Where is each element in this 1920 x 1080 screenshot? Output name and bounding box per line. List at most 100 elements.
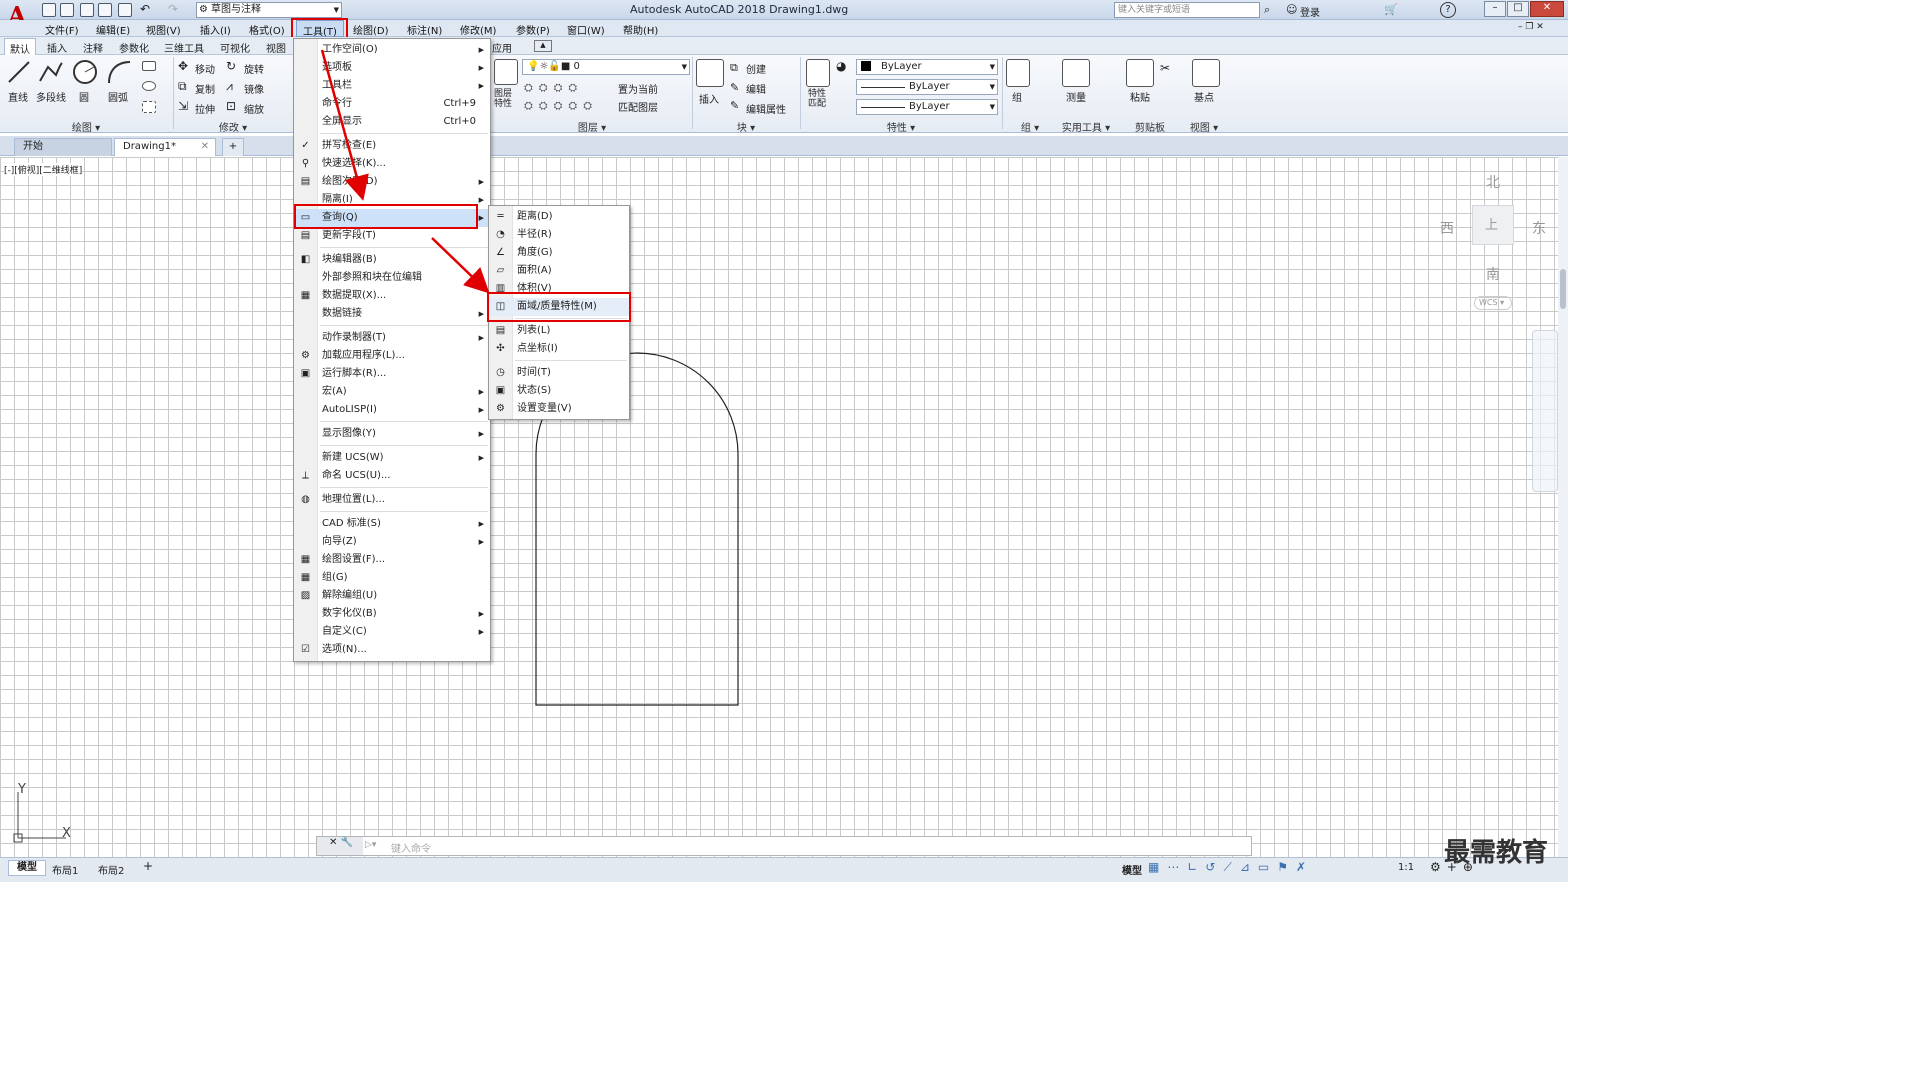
tab-visualize[interactable]: 可视化 [220, 40, 250, 55]
print-icon[interactable] [118, 3, 132, 17]
close-button[interactable]: ✕ [1530, 1, 1564, 17]
menu-modify[interactable]: 修改(M) [460, 22, 496, 37]
close-tab-icon[interactable]: ✕ [201, 139, 209, 155]
base-point-icon[interactable] [1192, 59, 1220, 87]
tools-menu-item[interactable]: 选项板 ▶ [294, 59, 490, 77]
new-file-icon[interactable] [42, 3, 56, 17]
inquiry-menu-item[interactable]: ∠ 角度(G) [489, 244, 629, 262]
menu-file[interactable]: 文件(F) [45, 22, 79, 37]
undo-icon[interactable]: ↶ [140, 3, 154, 17]
match-properties-icon[interactable] [806, 59, 830, 87]
tools-menu-item[interactable]: 宏(A) ▶ [294, 383, 490, 401]
menu-dimension[interactable]: 标注(N) [407, 22, 442, 37]
menu-window[interactable]: 窗口(W) [567, 22, 605, 37]
inquiry-menu-item[interactable]: ▣ 状态(S) [489, 382, 629, 400]
tools-menu-item[interactable]: ✓ 拼写检查(E) [294, 137, 490, 155]
tools-menu-item[interactable]: ◍ 地理位置(L)... [294, 491, 490, 509]
viewcube-east[interactable]: 东 [1532, 218, 1546, 238]
lineweight-dropdown[interactable]: ByLayer ▼ [856, 99, 998, 115]
scale-label[interactable]: 缩放 [244, 101, 264, 116]
tools-menu-item[interactable]: 全屏显示 Ctrl+0 [294, 113, 490, 131]
tools-menu-item[interactable]: 数字化仪(B) ▶ [294, 605, 490, 623]
tools-menu-item[interactable]: ▦ 组(G) [294, 569, 490, 587]
drawing-canvas[interactable] [0, 157, 1558, 857]
model-space-button[interactable]: 模型 [1122, 862, 1142, 877]
tools-menu-item[interactable]: 新建 UCS(W) ▶ [294, 449, 490, 467]
menu-view[interactable]: 视图(V) [146, 22, 181, 37]
tools-menu-item[interactable]: ☑ 选项(N)... [294, 641, 490, 659]
clipboard-panel-title[interactable]: 剪贴板 [1118, 119, 1182, 134]
save-icon[interactable] [80, 3, 94, 17]
tab-parametric[interactable]: 参数化 [119, 40, 149, 55]
move-label[interactable]: 移动 [195, 61, 215, 76]
stretch-icon[interactable]: ⇲ [178, 99, 188, 113]
tab-start[interactable]: 开始 [14, 138, 112, 156]
viewcube[interactable]: 上 [1472, 205, 1514, 245]
tools-menu-item[interactable]: AutoLISP(I) ▶ [294, 401, 490, 419]
layer-tools-icons-2[interactable]: ⛭⛭⛭⛭⛭ [524, 99, 598, 113]
tools-menu-item[interactable]: ▤ 绘图次序(D) ▶ [294, 173, 490, 191]
draw-panel-title[interactable]: 绘图 ▾ [0, 119, 172, 134]
rotate-label[interactable]: 旋转 [244, 61, 264, 76]
menu-insert[interactable]: 插入(I) [200, 22, 231, 37]
search-input[interactable]: 键入关键字或短语 [1114, 2, 1260, 18]
inquiry-menu-item[interactable]: ◔ 半径(R) [489, 226, 629, 244]
edit-attribute-label[interactable]: 编辑属性 [746, 101, 786, 116]
save-as-icon[interactable] [98, 3, 112, 17]
circle-icon[interactable] [72, 59, 98, 85]
scale-icon[interactable]: ⊡ [226, 99, 236, 113]
tools-menu-item[interactable]: 动作录制器(T) ▶ [294, 329, 490, 347]
scrollbar-thumb[interactable] [1560, 269, 1566, 309]
color-dropdown[interactable]: ByLayer ▼ [856, 59, 998, 75]
edit-block-label[interactable]: 编辑 [746, 81, 766, 96]
copy-icon[interactable]: ⧉ [178, 79, 187, 94]
stretch-label[interactable]: 拉伸 [195, 101, 215, 116]
edit-attribute-icon[interactable]: ✎ [730, 99, 739, 112]
tools-menu-item[interactable]: ▣ 运行脚本(R)... [294, 365, 490, 383]
view-panel-title[interactable]: 视图 ▾ [1182, 119, 1226, 134]
tools-menu-item[interactable]: ▦ 绘图设置(F)... [294, 551, 490, 569]
insert-block-icon[interactable] [696, 59, 724, 87]
cut-icon[interactable]: ✂ [1160, 61, 1170, 75]
tools-menu-item[interactable]: 自定义(C) ▶ [294, 623, 490, 641]
tab-annotate[interactable]: 注释 [83, 40, 103, 55]
layer-dropdown[interactable]: 💡☼🔓■ 0 ▼ [522, 59, 690, 75]
layer-tools-icons[interactable]: ⛭⛭⛭⛭ [524, 81, 583, 95]
mirror-label[interactable]: 镜像 [244, 81, 264, 96]
insert-block-label[interactable]: 插入 [699, 91, 719, 106]
utilities-panel-title[interactable]: 实用工具 ▾ [1056, 119, 1116, 134]
paste-icon[interactable] [1126, 59, 1154, 87]
tab-apps[interactable]: 应用 [492, 40, 512, 55]
group-icon[interactable] [1006, 59, 1030, 87]
tools-menu-item[interactable]: ▦ 数据提取(X)... [294, 287, 490, 305]
tools-menu-item[interactable]: ▤ 更新字段(T) [294, 227, 490, 245]
match-layer-button[interactable]: 匹配图层 [618, 99, 658, 114]
wcs-dropdown[interactable]: WCS ▾ [1474, 296, 1512, 310]
annotation-scale[interactable]: 1:1 [1398, 862, 1414, 873]
menu-parametric[interactable]: 参数(P) [516, 22, 550, 37]
line-icon[interactable] [6, 59, 32, 85]
login-button[interactable]: 登录 [1300, 4, 1320, 19]
command-line-controls[interactable]: ✕ 🔧 [317, 837, 363, 855]
set-current-layer-button[interactable]: 置为当前 [618, 81, 658, 96]
tab-3d-tools[interactable]: 三维工具 [164, 40, 204, 55]
doc-window-controls[interactable]: – ❐ ✕ [1518, 22, 1544, 32]
tools-menu-item[interactable]: 工作空间(O) ▶ [294, 41, 490, 59]
inquiry-menu-item[interactable]: ⚙ 设置变量(V) [489, 400, 629, 418]
tools-menu-item[interactable]: 命令行 Ctrl+9 [294, 95, 490, 113]
block-panel-title[interactable]: 块 ▾ [694, 119, 798, 134]
tab-default[interactable]: 默认 [4, 38, 36, 56]
tools-menu-item[interactable]: 显示图像(Y) ▶ [294, 425, 490, 443]
new-tab-button[interactable]: + [222, 138, 244, 156]
linetype-dropdown[interactable]: ByLayer ▼ [856, 79, 998, 95]
paste-label[interactable]: 粘贴 [1130, 89, 1150, 104]
add-layout-button[interactable]: + [140, 859, 156, 875]
viewcube-west[interactable]: 西 [1440, 218, 1454, 238]
arc-icon[interactable] [106, 59, 132, 85]
polyline-icon[interactable] [38, 59, 64, 85]
tools-menu-item[interactable]: 工具栏 ▶ [294, 77, 490, 95]
ribbon-toggle-icon[interactable]: ▲ [534, 40, 552, 52]
menu-format[interactable]: 格式(O) [249, 22, 285, 37]
rectangle-icon[interactable] [142, 61, 156, 71]
tab-layout2[interactable]: 布局2 [98, 862, 124, 877]
